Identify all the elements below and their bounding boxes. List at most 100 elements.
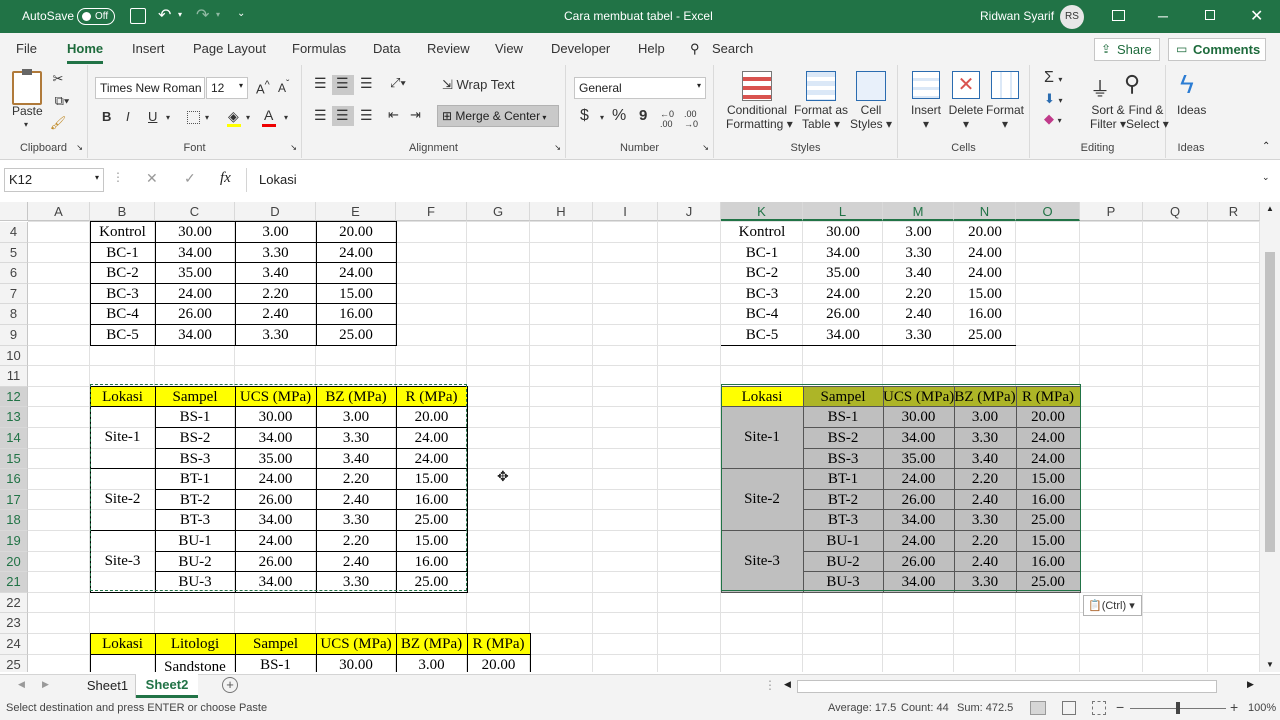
decrease-indent-icon[interactable]: ⇤ <box>388 107 399 123</box>
clipboard-launcher-icon[interactable]: ↘ <box>76 143 83 152</box>
value-cell[interactable]: 3.40 <box>883 263 954 284</box>
scroll-up-icon[interactable]: ▲ <box>1266 204 1274 213</box>
format-as-table-icon[interactable] <box>806 71 836 101</box>
row-header-10[interactable]: 10 <box>0 345 28 367</box>
column-header-i[interactable]: I <box>593 202 658 221</box>
tab-view[interactable]: View <box>495 41 523 56</box>
column-header-d[interactable]: D <box>235 202 316 221</box>
row-header-13[interactable]: 13 <box>0 407 28 428</box>
align-top-icon[interactable]: ☰ <box>314 75 327 92</box>
paste-button[interactable]: Paste <box>12 104 43 118</box>
borders-icon[interactable] <box>187 111 200 124</box>
fill-icon[interactable]: ⬇ ▾ <box>1044 91 1063 107</box>
column-header-m[interactable]: M <box>883 202 954 221</box>
row-header-25[interactable]: 25 <box>0 654 28 672</box>
sample-cell[interactable]: BC-3 <box>721 284 803 305</box>
sort-filter-button[interactable]: Sort & Filter ▾ <box>1088 103 1128 131</box>
percent-icon[interactable]: % <box>612 107 626 125</box>
redo-icon[interactable]: ↷ <box>196 5 209 25</box>
value-cell[interactable]: 20.00 <box>467 655 530 672</box>
column-header-n[interactable]: N <box>954 202 1016 221</box>
increase-indent-icon[interactable]: ⇥ <box>410 107 421 123</box>
scroll-down-icon[interactable]: ▼ <box>1266 660 1274 669</box>
value-cell[interactable]: 35.00 <box>155 263 235 284</box>
column-header-p[interactable]: P <box>1080 202 1143 221</box>
insert-function-icon[interactable]: fx <box>220 170 231 187</box>
sample-cell[interactable]: BC-1 <box>721 243 803 264</box>
row-header-15[interactable]: 15 <box>0 448 28 470</box>
litologi-cell[interactable]: Sandstone <box>155 657 235 672</box>
italic-button[interactable]: I <box>126 109 130 124</box>
header-cell[interactable]: Sampel <box>235 634 316 655</box>
clear-icon[interactable]: ◆ ▾ <box>1044 111 1062 127</box>
row-header-17[interactable]: 17 <box>0 489 28 511</box>
value-cell[interactable]: 24.00 <box>954 243 1016 264</box>
value-cell[interactable]: 26.00 <box>803 304 883 325</box>
value-cell[interactable]: 24.00 <box>155 284 235 305</box>
close-icon[interactable]: ✕ <box>1250 6 1263 26</box>
tab-developer[interactable]: Developer <box>551 41 610 56</box>
value-cell[interactable]: 15.00 <box>316 284 396 305</box>
value-cell[interactable]: 34.00 <box>155 325 235 346</box>
underline-button[interactable]: U <box>148 109 157 124</box>
tab-data[interactable]: Data <box>373 41 400 56</box>
vertical-scroll-thumb[interactable] <box>1265 252 1275 552</box>
row-header-5[interactable]: 5 <box>0 242 28 264</box>
value-cell[interactable]: 34.00 <box>155 243 235 264</box>
zoom-in-icon[interactable]: + <box>1230 699 1238 715</box>
column-header-c[interactable]: C <box>155 202 235 221</box>
sample-cell[interactable]: BC-4 <box>721 304 803 325</box>
value-cell[interactable]: 30.00 <box>316 655 396 672</box>
bold-button[interactable]: B <box>102 109 111 124</box>
value-cell[interactable]: 2.20 <box>883 284 954 305</box>
column-header-r[interactable]: R <box>1208 202 1260 221</box>
find-select-button[interactable]: Find & Select ▾ <box>1126 103 1169 131</box>
value-cell[interactable]: 24.00 <box>803 284 883 305</box>
zoom-level[interactable]: 100% <box>1248 702 1276 714</box>
sample-cell[interactable]: BS-1 <box>235 655 316 672</box>
collapse-ribbon-icon[interactable]: ⌃ <box>1262 141 1270 152</box>
save-icon[interactable] <box>130 8 146 24</box>
next-sheet-icon[interactable]: ▶ <box>42 679 49 690</box>
value-cell[interactable]: 30.00 <box>803 222 883 243</box>
merge-center-button[interactable]: ⊞ Merge & Center ▾ <box>437 105 559 127</box>
alignment-launcher-icon[interactable]: ↘ <box>554 143 561 152</box>
value-cell[interactable]: 15.00 <box>954 284 1016 305</box>
header-cell[interactable]: UCS (MPa) <box>316 634 396 655</box>
currency-icon[interactable]: $ <box>580 107 589 125</box>
sheet-tab-sheet1[interactable]: Sheet1 <box>80 675 136 698</box>
value-cell[interactable]: 26.00 <box>155 304 235 325</box>
formula-input[interactable]: Lokasi <box>246 168 1276 192</box>
enter-icon[interactable]: ✓ <box>184 170 196 187</box>
row-header-20[interactable]: 20 <box>0 551 28 573</box>
value-cell[interactable]: 24.00 <box>316 243 396 264</box>
copy-icon[interactable]: ⧉▾ <box>50 93 74 109</box>
cell-styles-button[interactable]: Cell Styles ▾ <box>850 103 892 131</box>
search-icon[interactable]: ⚲ <box>690 41 700 57</box>
column-header-o[interactable]: O <box>1016 202 1080 221</box>
row-header-22[interactable]: 22 <box>0 592 28 614</box>
vertical-scrollbar[interactable]: ▲ ▼ <box>1260 202 1280 672</box>
value-cell[interactable]: 3.30 <box>235 243 316 264</box>
column-header-g[interactable]: G <box>467 202 530 221</box>
horizontal-scroll-thumb[interactable] <box>797 680 1217 693</box>
column-header-l[interactable]: L <box>803 202 883 221</box>
sample-cell[interactable]: BC-3 <box>90 284 155 305</box>
font-color-icon[interactable]: A <box>264 107 273 123</box>
sample-cell[interactable]: BC-5 <box>90 325 155 346</box>
conditional-formatting-button[interactable]: Conditional Formatting ▾ <box>726 103 793 131</box>
add-sheet-icon[interactable]: + <box>222 677 238 693</box>
comments-button[interactable]: ▭ Comments <box>1168 38 1266 61</box>
align-left-icon[interactable]: ☰ <box>314 107 327 124</box>
autosave-toggle[interactable]: Off <box>77 8 115 25</box>
format-cells-button[interactable]: Format ▾ <box>986 103 1024 131</box>
insert-cells-icon[interactable] <box>912 71 940 99</box>
row-header-18[interactable]: 18 <box>0 510 28 531</box>
scroll-left-icon[interactable]: ◀ <box>784 679 791 690</box>
format-as-table-button[interactable]: Format as Table ▾ <box>792 103 850 131</box>
value-cell[interactable]: 24.00 <box>954 263 1016 284</box>
sample-cell[interactable]: BC-2 <box>90 263 155 284</box>
row-header-24[interactable]: 24 <box>0 634 28 655</box>
decrease-font-icon[interactable]: Aˇ <box>278 79 289 95</box>
zoom-slider-thumb[interactable] <box>1176 702 1180 714</box>
